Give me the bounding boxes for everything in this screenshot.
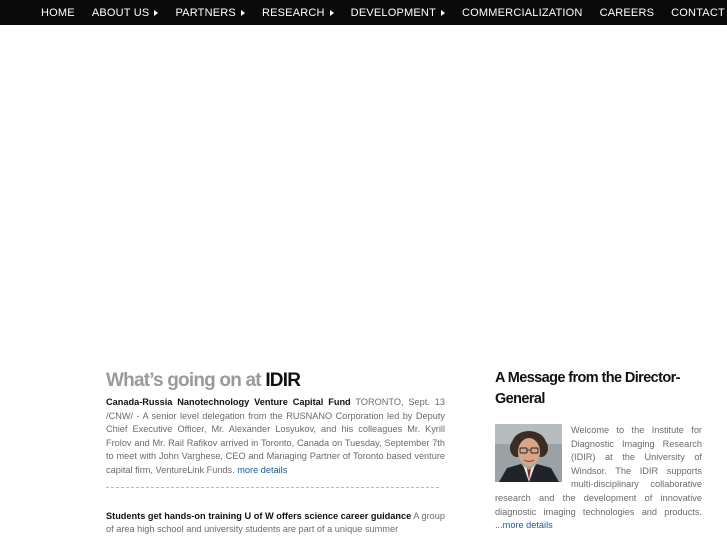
news-item-title[interactable]: Canada-Russia Nanotechnology Venture Cap… bbox=[106, 397, 351, 407]
nav-about-us-label: ABOUT US bbox=[91, 6, 150, 19]
caret-right-icon bbox=[154, 10, 159, 16]
news-heading-prefix: What’s going on at bbox=[106, 370, 262, 391]
news-section: What’s going on at IDIR Canada-Russia Na… bbox=[106, 370, 445, 537]
director-portrait bbox=[495, 424, 562, 482]
news-item: Students get hands-on training U of W of… bbox=[106, 510, 445, 537]
news-heading-brand: IDIR bbox=[265, 370, 301, 391]
caret-right-icon bbox=[441, 10, 446, 16]
director-portrait-image bbox=[495, 424, 562, 482]
nav-contact-us[interactable]: CONTACT US bbox=[671, 7, 727, 19]
top-nav: HOME ABOUT US PARTNERS RESEARCH DEVELOPM… bbox=[0, 0, 727, 25]
more-details-link[interactable]: more details bbox=[503, 520, 553, 530]
nav-about-us[interactable]: ABOUT US bbox=[92, 7, 159, 19]
nav-development[interactable]: DEVELOPMENT bbox=[350, 6, 446, 19]
nav-home-label: HOME bbox=[41, 6, 75, 19]
news-item-title[interactable]: Students get hands-on training U of W of… bbox=[106, 511, 411, 521]
caret-right-icon bbox=[240, 10, 245, 16]
nav-careers[interactable]: CAREERS bbox=[600, 7, 655, 19]
nav-commercialization[interactable]: COMMERCIALIZATION bbox=[462, 7, 583, 19]
more-details-link[interactable]: more details bbox=[237, 465, 287, 475]
nav-research[interactable]: RESEARCH bbox=[262, 7, 334, 19]
nav-partners-label: PARTNERS bbox=[175, 6, 236, 19]
nav-research-label: RESEARCH bbox=[261, 6, 325, 19]
news-heading: What’s going on at IDIR bbox=[106, 370, 445, 396]
nav-development-label: DEVELOPMENT bbox=[350, 6, 437, 19]
page: HOME ABOUT US PARTNERS RESEARCH DEVELOPM… bbox=[0, 0, 727, 545]
nav-partners[interactable]: PARTNERS bbox=[175, 6, 245, 19]
nav-contact-us-label: CONTACT US bbox=[671, 6, 727, 19]
news-item-body: TORONTO, Sept. 13 /CNW/ - A senior level… bbox=[106, 397, 445, 475]
director-message-heading: A Message from the Director-General bbox=[495, 370, 681, 407]
dashed-divider bbox=[106, 486, 439, 488]
director-message-section: A Message from the Director-General Welc… bbox=[495, 368, 702, 533]
nav-commercialization-label: COMMERCIALIZATION bbox=[462, 6, 583, 19]
director-message-body: Welcome to the Institute for Diagnostic … bbox=[495, 424, 702, 533]
nav-home[interactable]: HOME bbox=[41, 7, 75, 19]
news-item: Canada-Russia Nanotechnology Venture Cap… bbox=[106, 396, 445, 478]
caret-right-icon bbox=[329, 10, 334, 16]
nav-careers-label: CAREERS bbox=[599, 6, 655, 19]
